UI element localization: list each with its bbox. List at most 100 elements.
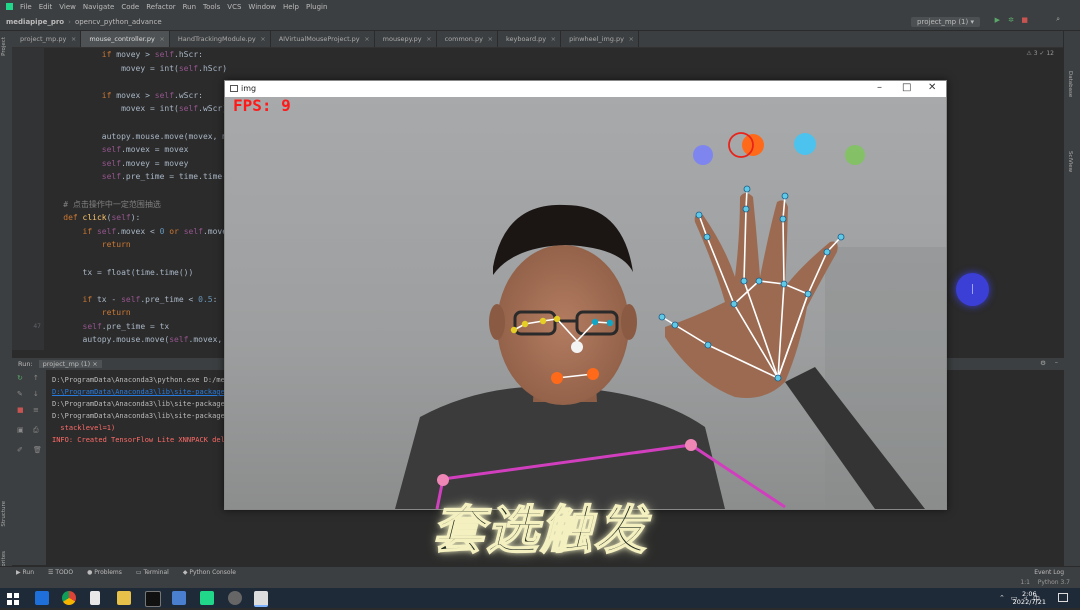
run-icon[interactable]: ▶ (995, 16, 1000, 24)
line-number (12, 130, 44, 144)
run-config-tab[interactable]: project_mp (1) × (38, 360, 102, 368)
search-icon[interactable]: ⌕ (1056, 15, 1060, 24)
code-token: movey = int( (44, 63, 179, 73)
photos-icon[interactable] (172, 591, 186, 605)
bottom-tool-label: Run (22, 569, 35, 576)
inspection-widget[interactable]: ⚠ 3 ✓ 12 (1026, 50, 1054, 57)
editor-tab-label: keyboard.py (505, 35, 547, 43)
editor-tab[interactable]: keyboard.py × (498, 31, 562, 47)
line-number (12, 279, 44, 293)
notification-icon[interactable] (1058, 593, 1068, 602)
editor-tab[interactable]: mousepy.py × (375, 31, 437, 47)
close-tab-icon[interactable]: × (364, 35, 369, 43)
close-tab-icon[interactable]: × (487, 35, 492, 43)
rerun-icon[interactable]: ↻ (17, 374, 23, 382)
task-view-icon[interactable] (35, 591, 49, 605)
bottom-tool-problems[interactable]: ● Problems (87, 569, 122, 576)
code-token: autopy.mouse.move(movex, movey) (44, 131, 252, 141)
pycharm-icon[interactable] (200, 591, 214, 605)
menu-item[interactable]: VCS (227, 3, 241, 11)
close-tab-icon[interactable]: × (551, 35, 556, 43)
bottom-tool-run[interactable]: ▶ Run (16, 569, 34, 576)
editor-tab[interactable]: project_mp.py × (12, 31, 82, 47)
gear-icon[interactable]: ⚙ (1040, 359, 1046, 367)
line-number (12, 211, 44, 225)
obs-icon[interactable] (228, 591, 242, 605)
editor-tab[interactable]: common.py × (437, 31, 498, 47)
debug-icon[interactable]: ✲ (1008, 16, 1014, 24)
soft-wrap-icon[interactable]: ≡ (33, 406, 39, 414)
delete-icon[interactable]: 🗑 (33, 446, 42, 454)
close-tab-icon[interactable]: × (629, 35, 634, 43)
start-icon[interactable] (6, 591, 20, 605)
line-number (12, 102, 44, 116)
minimize-window-button[interactable]: – (877, 82, 882, 93)
menu-item[interactable]: Navigate (83, 3, 114, 11)
img-window-icon[interactable] (254, 591, 268, 607)
up-arrow-icon[interactable]: ↑ (33, 374, 39, 382)
menu-item[interactable]: Help (283, 3, 299, 11)
event-log-button[interactable]: Event Log (1034, 569, 1064, 576)
taskbar-clock[interactable]: 2:06 2022/7/21 (1013, 590, 1046, 606)
code-token: self (178, 104, 199, 114)
bottom-tool-terminal[interactable]: ▭ Terminal (136, 569, 169, 576)
maximize-window-button[interactable]: □ (902, 82, 911, 93)
menu-item[interactable]: File (20, 3, 32, 11)
document-icon[interactable] (90, 591, 100, 605)
code-token: # 点击操作中一定范围抽选 (44, 199, 161, 209)
up-chevron-icon[interactable]: ⌃ (999, 594, 1005, 604)
menu-item[interactable]: Plugin (306, 3, 327, 11)
img-window[interactable]: img – □ ✕ FPS: 9 (224, 80, 947, 510)
explorer-icon[interactable] (117, 591, 131, 605)
bottom-tool-todo[interactable]: ☰ TODO (48, 569, 73, 576)
wrench-icon[interactable]: ✎ (17, 390, 23, 398)
sciview-tool-tab[interactable]: SciView (1067, 151, 1073, 172)
down-arrow-icon[interactable]: ↓ (33, 390, 39, 398)
project-name[interactable]: mediapipe_pro (6, 18, 64, 26)
code-line: if movey > self.hScr: (44, 48, 1064, 62)
menu-item[interactable]: View (59, 3, 76, 11)
bottom-tool-python-console[interactable]: ◆ Python Console (183, 569, 236, 576)
code-token: def (63, 213, 83, 223)
code-token: .movey = movey (121, 158, 189, 168)
project-tool-tab[interactable]: Project (1, 37, 7, 56)
menu-item[interactable]: Edit (39, 3, 53, 11)
close-tab-icon[interactable]: × (71, 35, 76, 43)
menu-item[interactable]: Code (121, 3, 139, 11)
mouth-right-landmark (587, 368, 599, 380)
pin-icon[interactable]: ✐ (17, 446, 23, 454)
code-token: self (96, 226, 117, 236)
menu-item[interactable]: Refactor (146, 3, 175, 11)
editor-tab[interactable]: HandTrackingModule.py × (170, 31, 271, 47)
menu-item[interactable]: Window (248, 3, 276, 11)
editor-tab[interactable]: mouse_controller.py × (81, 31, 170, 47)
editor-tab[interactable]: AIVirtualMouseProject.py × (271, 31, 375, 47)
windows-taskbar: ⌃ ▭ ◃ 中 2:06 2022/7/21 (0, 588, 1080, 608)
terminal-icon[interactable] (145, 591, 161, 607)
layout-icon[interactable]: ▣ (17, 426, 24, 434)
menu-item[interactable]: Tools (203, 3, 220, 11)
chrome-icon[interactable] (62, 591, 76, 605)
right-shoulder-landmark (685, 439, 697, 451)
close-tab-icon[interactable]: × (159, 35, 164, 43)
editor-tab-label: AIVirtualMouseProject.py (278, 35, 360, 43)
close-tab-icon[interactable]: × (426, 35, 431, 43)
editor-tab-label: mouse_controller.py (89, 35, 155, 43)
menu-item[interactable]: Run (183, 3, 196, 11)
stop-run-icon[interactable]: ■ (17, 406, 24, 414)
close-window-button[interactable]: ✕ (928, 82, 936, 93)
close-tab-icon[interactable]: × (260, 35, 265, 43)
line-number (12, 306, 44, 320)
cursor-position[interactable]: 1:1 (1020, 579, 1030, 586)
breadcrumb[interactable]: opencv_python_advance (75, 18, 162, 26)
stop-icon[interactable]: ■ (1021, 16, 1028, 24)
print-icon[interactable]: ⎙ (33, 426, 39, 435)
database-tool-tab[interactable]: Database (1067, 71, 1073, 97)
interpreter-status[interactable]: Python 3.7 (1038, 579, 1070, 586)
editor-tab[interactable]: pinwheel_img.py × (561, 31, 639, 47)
minimize-icon[interactable]: – (1055, 358, 1058, 366)
run-config-select[interactable]: project_mp (1) ▾ (911, 17, 980, 27)
img-window-titlebar[interactable]: img – □ ✕ (225, 81, 946, 97)
line-number (12, 170, 44, 184)
